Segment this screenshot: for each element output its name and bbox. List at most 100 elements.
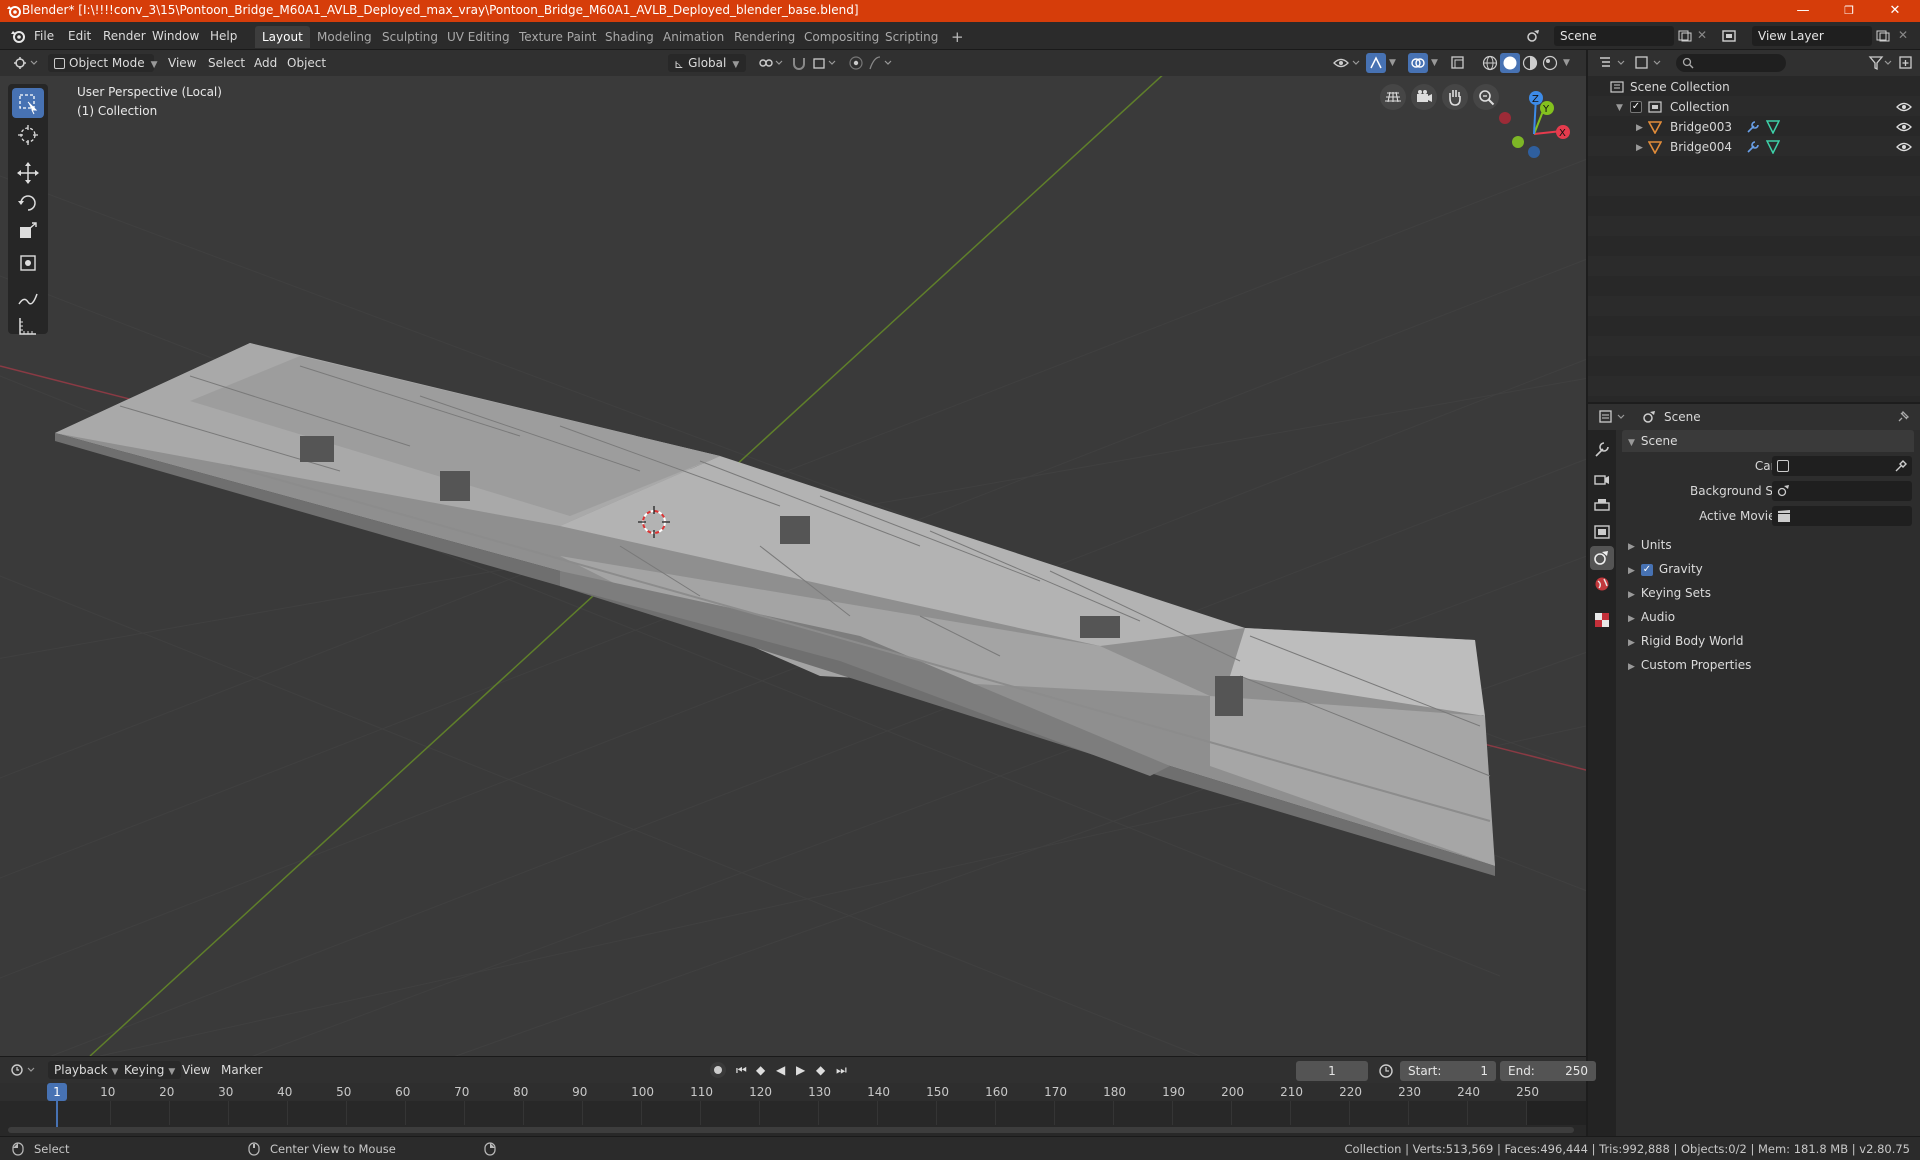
tab-sculpting[interactable]: Sculpting (375, 26, 445, 48)
tab-texture-paint[interactable]: Texture Paint (512, 26, 603, 48)
current-frame-field[interactable]: 1 (1296, 1061, 1368, 1081)
tab-texture[interactable] (1590, 608, 1614, 632)
tab-rendering[interactable]: Rendering (727, 26, 802, 48)
jump-start-icon[interactable]: ⏮ (736, 1063, 747, 1078)
cursor-tool[interactable] (12, 120, 44, 150)
blender-menu-icon[interactable] (10, 28, 26, 44)
menu-view[interactable]: View (168, 54, 196, 72)
chevron-down-icon[interactable]: ▼ (1389, 58, 1396, 68)
rotate-tool[interactable] (12, 188, 44, 218)
material-shading-icon[interactable] (1522, 55, 1538, 71)
view-layer-field[interactable]: View Layer (1752, 26, 1872, 46)
outliner-row-bridge003[interactable]: ▶ Bridge003 (1588, 117, 1920, 137)
menu-object[interactable]: Object (287, 54, 326, 72)
scene-name-field[interactable]: Scene (1554, 26, 1674, 46)
gravity-section-header[interactable]: ▶ ✓ Gravity (1622, 558, 1914, 580)
proportional-edit-icon[interactable] (848, 55, 864, 71)
eye-icon[interactable] (1896, 121, 1912, 133)
rendered-shading-icon[interactable] (1542, 55, 1558, 71)
camera-view-button[interactable] (1411, 84, 1437, 110)
tab-animation[interactable]: Animation (656, 26, 731, 48)
chevron-down-icon[interactable]: ▼ (1431, 58, 1438, 68)
outliner-search-input[interactable] (1676, 54, 1786, 72)
expand-arrow-icon[interactable]: ▼ (1616, 98, 1623, 118)
tab-tool[interactable] (1590, 438, 1614, 462)
gizmo-neg-z-circle[interactable] (1528, 146, 1540, 158)
record-button[interactable] (710, 1062, 726, 1078)
pan-view-button[interactable] (1442, 84, 1468, 110)
tab-shading[interactable]: Shading (598, 26, 661, 48)
new-scene-icon[interactable] (1678, 30, 1692, 42)
tab-uv-editing[interactable]: UV Editing (440, 26, 517, 48)
close-button[interactable]: ✕ (1872, 0, 1918, 22)
snap-icon[interactable] (790, 55, 808, 71)
timeline-editor-type-icon[interactable] (10, 1062, 38, 1078)
snap-target-icon[interactable] (812, 55, 842, 71)
falloff-icon[interactable] (868, 55, 898, 71)
prev-keyframe-icon[interactable]: ◆ (756, 1063, 765, 1077)
minimize-button[interactable]: — (1780, 0, 1826, 22)
play-reverse-icon[interactable]: ◀ (776, 1063, 785, 1077)
menu-select[interactable]: Select (208, 54, 245, 72)
mode-dropdown[interactable]: Object Mode ▼ (48, 54, 158, 72)
outliner-row-scene-collection[interactable]: Scene Collection (1588, 77, 1920, 97)
zoom-view-button[interactable] (1473, 84, 1499, 110)
tab-scene[interactable] (1590, 546, 1614, 570)
playhead-frame-indicator[interactable]: 1 (47, 1083, 67, 1101)
modifier-wrench-icon[interactable] (1746, 140, 1760, 154)
expand-arrow-icon[interactable]: ▶ (1636, 138, 1643, 158)
tab-scripting[interactable]: Scripting (878, 26, 945, 48)
keying-sets-section-header[interactable]: ▶ Keying Sets (1622, 582, 1914, 604)
jump-end-icon[interactable]: ⏭ (836, 1063, 847, 1078)
tab-view-layer[interactable] (1590, 520, 1614, 544)
background-scene-field[interactable] (1772, 481, 1912, 501)
transform-orientation-dropdown[interactable]: ⊾ Global ▼ (668, 54, 746, 72)
gravity-checkbox[interactable]: ✓ (1640, 563, 1653, 576)
active-movie-clip-field[interactable] (1772, 506, 1912, 526)
move-tool[interactable] (12, 158, 44, 188)
timeline-menu-marker[interactable]: Marker (221, 1061, 262, 1079)
scale-tool[interactable] (12, 218, 44, 248)
menu-help[interactable]: Help (210, 27, 237, 45)
annotate-tool[interactable] (12, 284, 44, 314)
eye-icon[interactable] (1896, 101, 1912, 113)
rigid-body-world-section-header[interactable]: ▶ Rigid Body World (1622, 630, 1914, 652)
play-icon[interactable]: ▶ (796, 1063, 805, 1077)
viewport-scene[interactable]: X Y Z (0, 76, 1586, 1056)
expand-arrow-icon[interactable]: ▶ (1636, 118, 1643, 138)
audio-section-header[interactable]: ▶ Audio (1622, 606, 1914, 628)
next-keyframe-icon[interactable]: ◆ (816, 1063, 825, 1077)
tab-output[interactable] (1590, 494, 1614, 518)
transform-tool[interactable] (12, 248, 44, 278)
gizmo-toggle-icon[interactable] (1366, 53, 1386, 73)
pivot-point-icon[interactable] (756, 55, 786, 71)
maximize-button[interactable]: ❐ (1826, 0, 1872, 22)
editor-type-icon[interactable] (12, 55, 38, 71)
menu-edit[interactable]: Edit (68, 27, 91, 45)
xray-toggle-icon[interactable] (1450, 55, 1466, 71)
gizmo-neg-y-circle[interactable] (1512, 136, 1524, 148)
keying-dropdown[interactable]: Keying ▼ (118, 1061, 182, 1079)
add-workspace-button[interactable]: + (944, 26, 971, 48)
tab-world[interactable] (1590, 572, 1614, 596)
timeline-scrollbar[interactable] (8, 1127, 1574, 1133)
outliner-row-collection[interactable]: ▼ ✓ Collection (1588, 97, 1920, 117)
gizmo-neg-x-circle[interactable] (1499, 112, 1511, 124)
overlays-toggle-icon[interactable] (1408, 53, 1428, 73)
remove-view-layer-icon[interactable]: ✕ (1898, 28, 1908, 42)
view-layer-icon[interactable] (1722, 29, 1740, 43)
eye-icon[interactable] (1896, 141, 1912, 153)
collection-checkbox[interactable]: ✓ (1630, 101, 1642, 113)
start-frame-field[interactable]: Start: 1 (1400, 1061, 1496, 1081)
pin-icon[interactable] (1896, 410, 1910, 424)
tab-render[interactable] (1590, 468, 1614, 492)
end-frame-field[interactable]: End: 250 (1500, 1061, 1596, 1081)
new-view-layer-icon[interactable] (1876, 30, 1890, 42)
tab-modeling[interactable]: Modeling (310, 26, 379, 48)
playback-dropdown[interactable]: Playback ▼ (48, 1061, 125, 1079)
menu-window[interactable]: Window (152, 27, 199, 45)
timeline-track[interactable]: 10 20 30 40 50 60 70 80 90 100 110 120 130 140 150 160 1… (0, 1083, 1586, 1137)
solid-shading-icon[interactable] (1500, 53, 1520, 73)
tab-compositing[interactable]: Compositing (797, 26, 886, 48)
units-section-header[interactable]: ▶ Units (1622, 534, 1914, 556)
